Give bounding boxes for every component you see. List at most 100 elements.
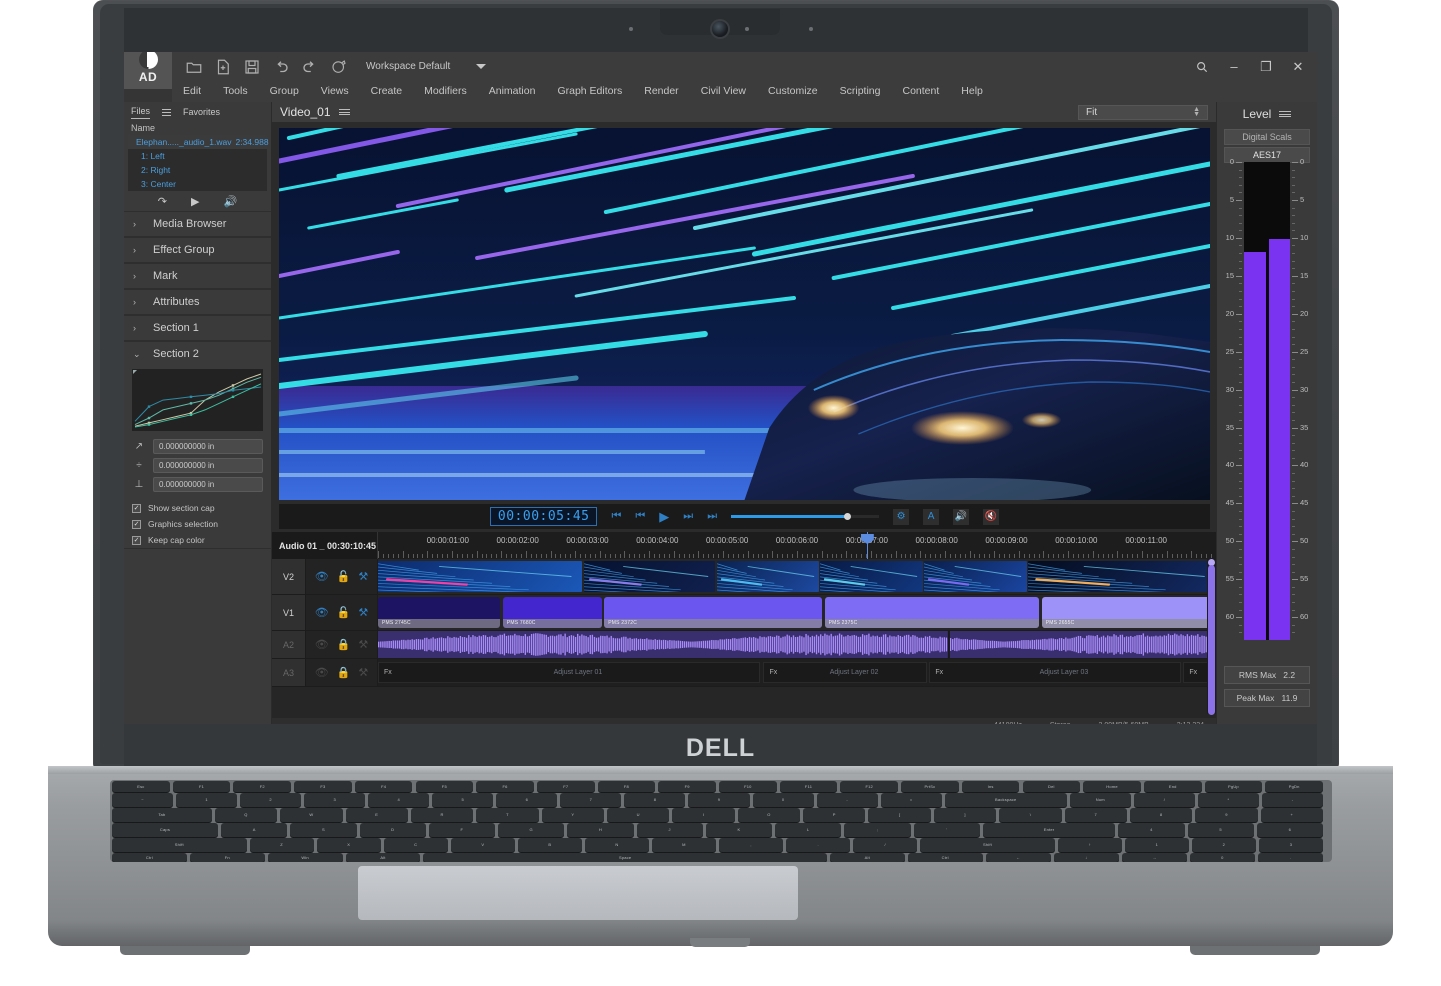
redo-icon[interactable] <box>301 58 319 76</box>
tools-icon[interactable]: ⚒ <box>358 570 368 583</box>
menu-item-create[interactable]: Create <box>360 81 414 102</box>
file-list-item[interactable]: 2: Right <box>128 163 267 177</box>
keyboard-key[interactable]: [ <box>868 808 931 822</box>
chevron-right-icon[interactable]: › <box>133 323 141 333</box>
keyboard-key[interactable]: H <box>567 823 634 837</box>
file-list-item[interactable]: 1: Left <box>128 149 267 163</box>
section-header[interactable]: › Effect Group <box>124 238 271 262</box>
keyboard-key[interactable]: PrtSc <box>901 781 959 792</box>
files-options-icon[interactable] <box>162 108 172 117</box>
keyboard-key[interactable]: Fn <box>189 853 265 862</box>
keyboard-key[interactable]: , <box>719 838 784 852</box>
keyboard-key[interactable]: 3 <box>1258 838 1323 852</box>
section-header[interactable]: › Section 1 <box>124 316 271 340</box>
prev-frame-icon[interactable]: ⏮ <box>635 510 645 523</box>
keyboard-key[interactable]: F6 <box>476 781 534 792</box>
tools-icon[interactable]: ⚒ <box>358 666 368 679</box>
keyboard-key[interactable]: 8 <box>1129 808 1193 822</box>
section-header[interactable]: › Mark <box>124 264 271 288</box>
keyboard-key[interactable]: G <box>498 823 565 837</box>
ruler-ticks[interactable]: 00:00:01:00 00:00:02:00 00:00:03:00 00:00:0… <box>378 532 1216 559</box>
timeline-scrollbar[interactable] <box>1207 559 1216 715</box>
keyboard-key[interactable]: PgUp <box>1204 781 1263 792</box>
render-icon[interactable] <box>330 58 348 76</box>
keyboard-key[interactable]: 4 <box>368 793 430 807</box>
keyboard-key[interactable]: 3 <box>304 793 366 807</box>
keyboard-key[interactable]: Alt <box>345 853 421 862</box>
keyboard-key[interactable]: Enter <box>982 823 1116 837</box>
keyboard-key[interactable]: = <box>880 793 942 807</box>
progress-knob[interactable] <box>843 513 851 520</box>
keyboard-key[interactable]: E <box>345 808 408 822</box>
keyboard-key[interactable]: F5 <box>415 781 474 792</box>
play-icon[interactable]: ▶ <box>659 509 669 525</box>
digital-scale-button[interactable]: Digital Scals <box>1224 129 1310 145</box>
keyboard[interactable]: Esc F1 F2 F3 F4 F5 F6 F7 F8 F9 F10 F11 F12 PrtSc Ins De… <box>110 780 1332 862</box>
keyboard-key[interactable]: ; <box>844 823 911 837</box>
menu-item-animation[interactable]: Animation <box>478 81 547 102</box>
audio-a-icon[interactable]: A <box>923 508 940 525</box>
eye-icon[interactable]: 👁 <box>315 638 329 651</box>
timecode-display[interactable]: 00:00:05:45 <box>489 507 598 526</box>
eye-icon[interactable]: 👁 <box>315 570 329 583</box>
file-list-item[interactable]: 3: Center <box>128 177 267 191</box>
checkbox-row[interactable]: ✓ Graphics selection <box>124 516 271 532</box>
timeline-ruler[interactable]: Audio 01 _ 00:30:10:45 00:00:01:00 00:00:… <box>272 532 1216 559</box>
mute-icon[interactable]: 🔇 <box>983 508 1000 525</box>
volume-icon[interactable]: 🔊 <box>223 195 237 208</box>
keyboard-key[interactable]: ' <box>913 823 980 837</box>
keyboard-key[interactable]: A <box>221 823 288 837</box>
video-thumbnail[interactable] <box>378 561 582 592</box>
video-thumbnail[interactable] <box>924 561 1027 592</box>
menu-item-edit[interactable]: Edit <box>172 81 212 102</box>
keyboard-key[interactable]: Esc <box>112 781 170 792</box>
timeline-clip[interactable]: PMS 2375C <box>824 597 1040 628</box>
keyboard-key[interactable]: 9 <box>688 793 750 807</box>
section-header[interactable]: ⌄ Section 2 <box>124 342 271 366</box>
keyboard-key[interactable]: 1 <box>1124 838 1189 852</box>
keyboard-key[interactable]: ↓ <box>1053 853 1119 862</box>
menu-item-tools[interactable]: Tools <box>212 81 259 102</box>
keyboard-key[interactable]: 8 <box>624 793 686 807</box>
timeline-clip[interactable]: PMS 2655C <box>1041 597 1216 628</box>
workspace-selector[interactable]: Workspace Default <box>366 61 487 72</box>
minimize-button[interactable]: – <box>1227 59 1241 74</box>
checkbox-row[interactable]: ✓ Keep cap color <box>124 532 271 548</box>
rewind-icon[interactable]: ⏮ <box>611 510 621 523</box>
keyboard-key[interactable]: 2 <box>240 793 302 807</box>
settings-icon[interactable]: ⚙ <box>893 508 910 525</box>
keyboard-key[interactable]: K <box>705 823 772 837</box>
keyboard-key[interactable]: S <box>290 823 357 837</box>
zoom-level-select[interactable]: Fit ▲ ▼ <box>1078 104 1208 120</box>
section-header[interactable]: › Media Browser <box>124 212 271 236</box>
video-preview[interactable] <box>279 128 1210 500</box>
keyboard-key[interactable]: W <box>280 808 343 822</box>
loop-icon[interactable]: ↷ <box>158 195 167 208</box>
menu-item-group[interactable]: Group <box>259 81 310 102</box>
menu-item-graph-editors[interactable]: Graph Editors <box>546 81 633 102</box>
keyboard-key[interactable]: N <box>584 838 649 852</box>
keyboard-key[interactable]: + <box>1260 808 1323 822</box>
video-thumbnail[interactable] <box>1028 561 1215 592</box>
search-icon[interactable] <box>1195 60 1209 74</box>
file-list-item[interactable]: Elephan....._audio_1.wav 2:34.988 <box>128 135 269 149</box>
menu-item-render[interactable]: Render <box>633 81 689 102</box>
keyboard-key[interactable]: ↑ <box>1057 838 1122 852</box>
fx-clip[interactable]: Fx Adjust Layer 01 <box>378 662 761 683</box>
keyboard-key[interactable]: F8 <box>597 781 656 792</box>
keyboard-key[interactable]: 6 <box>496 793 558 807</box>
keyboard-key[interactable]: I <box>672 808 735 822</box>
play-icon[interactable]: ▶ <box>191 195 199 208</box>
fast-forward-icon[interactable]: ⏭ <box>707 510 717 523</box>
keyboard-key[interactable]: ← <box>985 853 1051 862</box>
keyboard-key[interactable]: P <box>803 808 866 822</box>
save-icon[interactable] <box>243 58 261 76</box>
aes17-button[interactable]: AES17 <box>1224 147 1310 163</box>
unlock-icon[interactable]: 🔓 <box>337 606 351 619</box>
keyboard-key[interactable]: F10 <box>719 781 777 792</box>
menu-item-scripting[interactable]: Scripting <box>829 81 892 102</box>
keyboard-key[interactable]: F3 <box>294 781 352 792</box>
timeline-clip[interactable]: PMS 7680C <box>502 597 602 628</box>
keyboard-key[interactable]: 4 <box>1118 823 1185 837</box>
keyboard-key[interactable]: 7 <box>560 793 622 807</box>
